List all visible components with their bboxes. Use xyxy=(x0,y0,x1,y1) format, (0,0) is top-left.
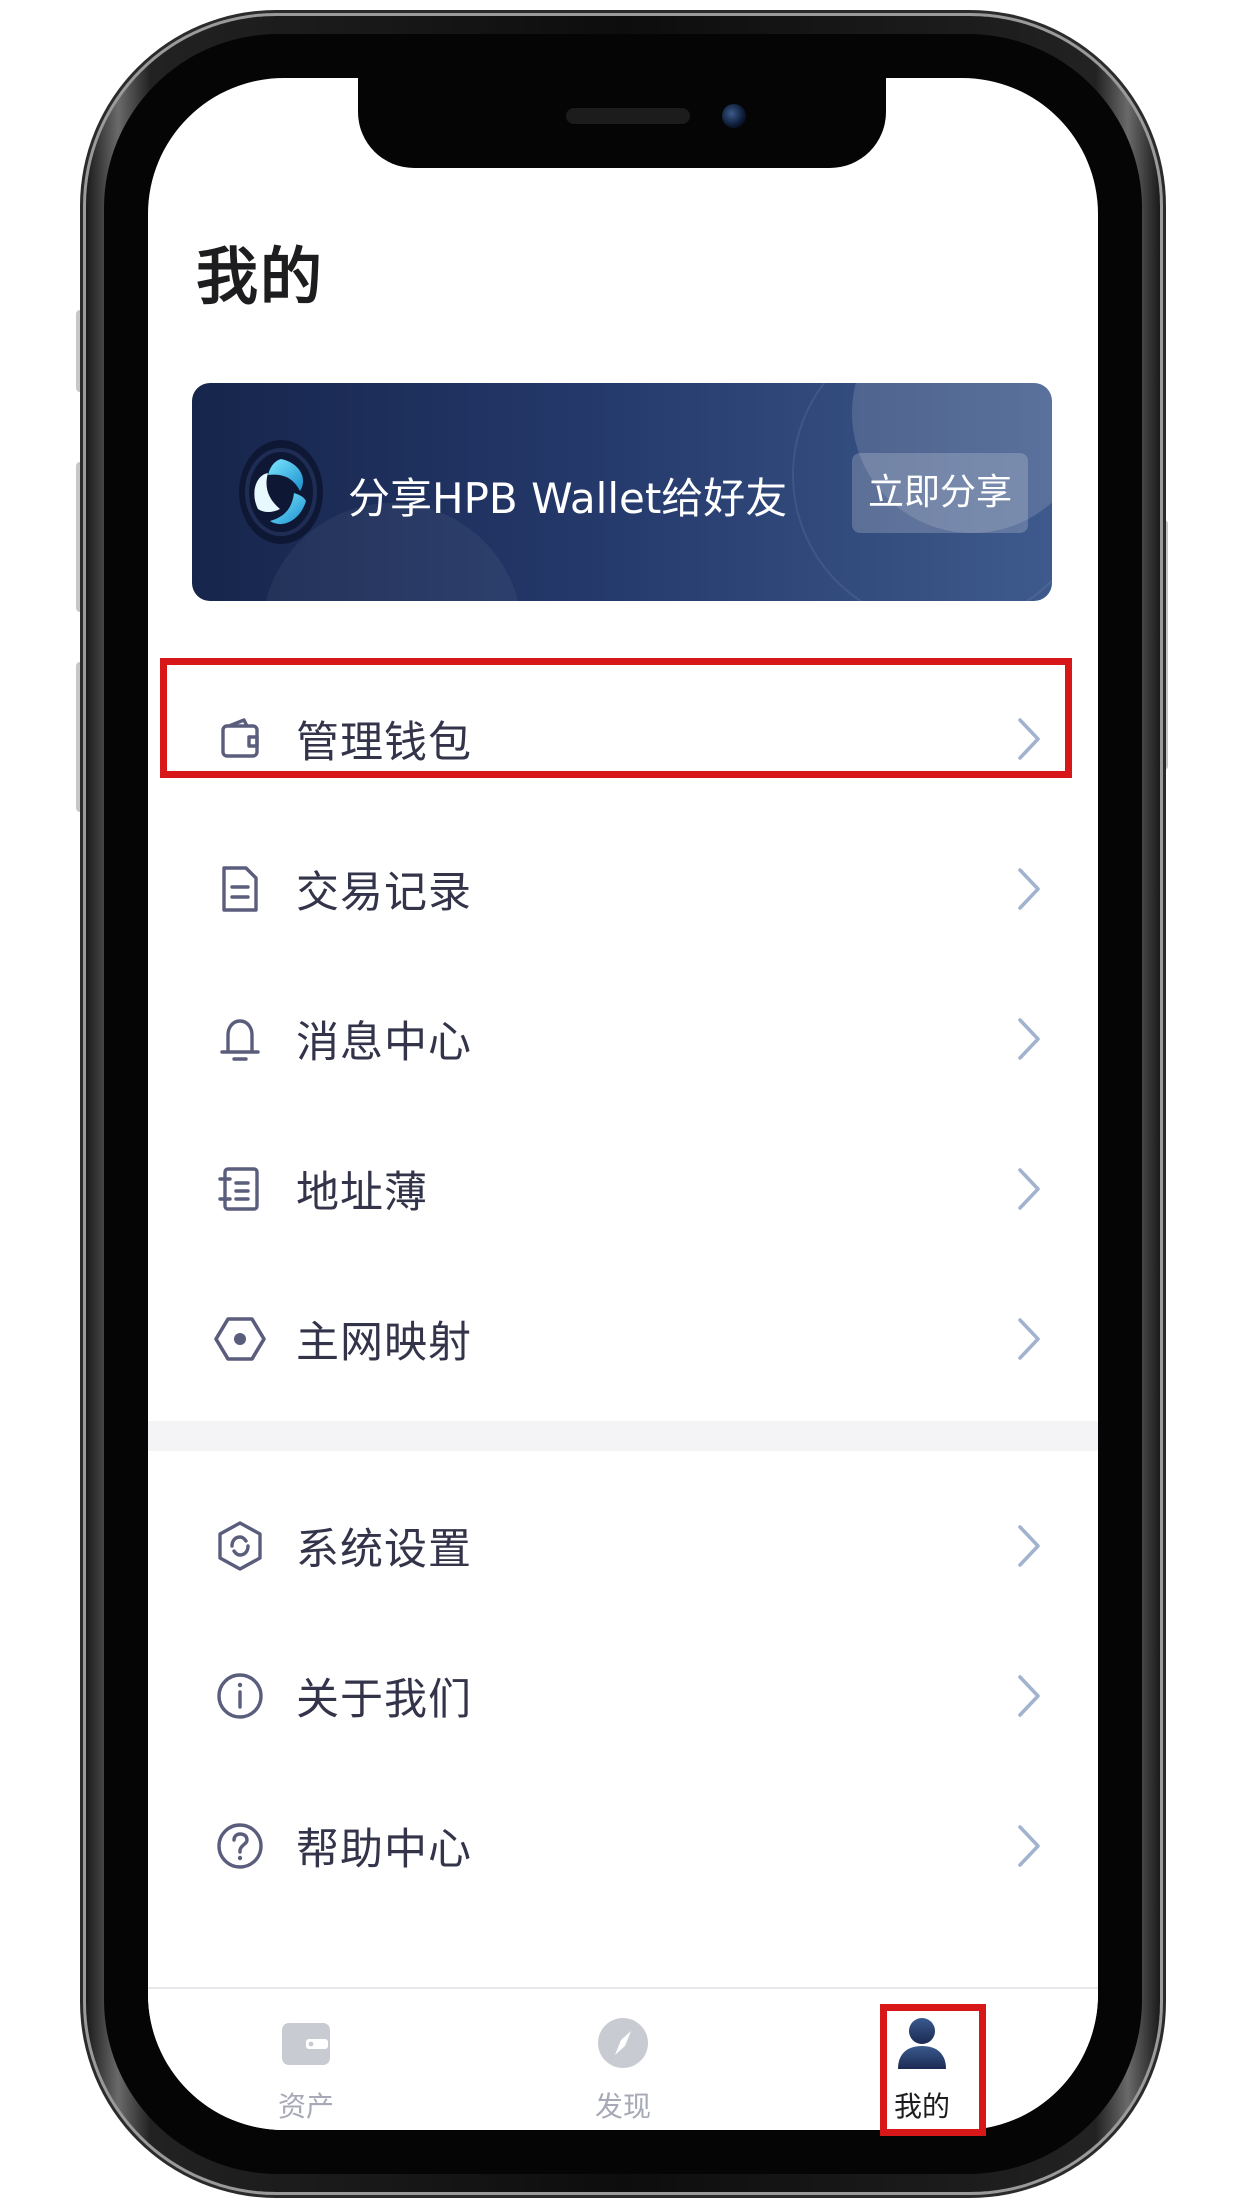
chevron-right-icon xyxy=(1018,1675,1040,1717)
info-icon xyxy=(217,1673,263,1719)
chevron-right-icon xyxy=(1018,1168,1040,1210)
menu-item-system-settings[interactable]: 系统设置 xyxy=(148,1471,1098,1621)
compass-icon xyxy=(598,2018,648,2068)
page-title: 我的 xyxy=(196,240,325,313)
share-now-button[interactable]: 立即分享 xyxy=(852,453,1028,533)
chevron-right-icon xyxy=(1018,1018,1040,1060)
hpb-logo-icon xyxy=(239,440,323,544)
menu-item-message-center[interactable]: 消息中心 xyxy=(148,964,1098,1114)
bell-icon xyxy=(220,1019,260,1061)
menu-item-label: 帮助中心 xyxy=(296,1825,472,1875)
notch xyxy=(358,78,886,168)
tab-discover[interactable]: 发现 xyxy=(523,1989,723,2130)
phone-frame: 我的 分享HPB Wallet给好友 立即分享 管理钱包 交易记录 消息中心 地… xyxy=(86,16,1160,2192)
document-icon xyxy=(222,866,258,912)
menu-item-label: 主网映射 xyxy=(296,1318,472,1368)
menu-item-mainnet-mapping[interactable]: 主网映射 xyxy=(148,1264,1098,1414)
chevron-right-icon xyxy=(1018,1318,1040,1360)
menu-item-label: 交易记录 xyxy=(296,868,472,918)
tab-assets[interactable]: 资产 xyxy=(206,1989,406,2130)
menu-item-label: 消息中心 xyxy=(296,1018,472,1068)
wallet-tab-icon xyxy=(282,2023,330,2065)
share-banner[interactable]: 分享HPB Wallet给好友 立即分享 xyxy=(192,383,1052,601)
menu-item-label: 地址薄 xyxy=(296,1168,428,1218)
banner-text: 分享HPB Wallet给好友 xyxy=(348,474,788,523)
tab-label: 发现 xyxy=(594,2090,651,2123)
hexagon-dot-icon xyxy=(214,1317,266,1361)
menu-item-label: 关于我们 xyxy=(296,1675,472,1725)
settings-icon xyxy=(218,1521,262,1571)
help-icon xyxy=(217,1823,263,1869)
section-divider xyxy=(148,1421,1098,1451)
menu-item-address-book[interactable]: 地址薄 xyxy=(148,1114,1098,1264)
highlight-mine-tab xyxy=(880,2004,986,2136)
highlight-manage-wallet xyxy=(160,658,1072,778)
front-camera xyxy=(722,104,746,128)
tab-label: 资产 xyxy=(277,2090,334,2123)
menu-item-about-us[interactable]: 关于我们 xyxy=(148,1621,1098,1771)
chevron-right-icon xyxy=(1018,868,1040,910)
chevron-right-icon xyxy=(1018,1525,1040,1567)
menu-item-help-center[interactable]: 帮助中心 xyxy=(148,1771,1098,1921)
phone-screen: 我的 分享HPB Wallet给好友 立即分享 管理钱包 交易记录 消息中心 地… xyxy=(148,78,1098,2130)
menu-item-label: 系统设置 xyxy=(296,1525,472,1575)
address-book-icon xyxy=(218,1167,259,1211)
chevron-right-icon xyxy=(1018,1825,1040,1867)
speaker xyxy=(566,108,690,124)
menu-item-transaction-history[interactable]: 交易记录 xyxy=(148,814,1098,964)
